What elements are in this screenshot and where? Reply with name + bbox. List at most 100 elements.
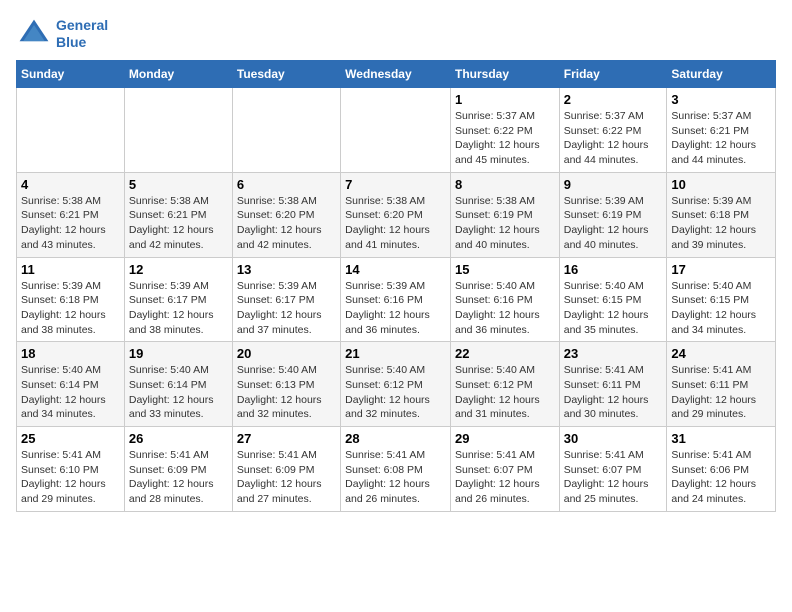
week-row-4: 18 Sunrise: 5:40 AMSunset: 6:14 PMDayligh… [17, 342, 776, 427]
day-info: Sunrise: 5:40 AMSunset: 6:14 PMDaylight:… [129, 363, 228, 422]
calendar-cell: 24Sunrise: 5:41 AMSunset: 6:11 PMDayligh… [667, 342, 776, 427]
logo-text: General Blue [56, 17, 108, 51]
day-info: Sunrise: 5:38 AMSunset: 6:21 PMDaylight:… [129, 194, 228, 253]
day-number: 16 [564, 262, 663, 277]
calendar-cell: 17Sunrise: 5:40 AMSunset: 6:15 PMDayligh… [667, 257, 776, 342]
day-info: Sunrise: 5:39 AMSunset: 6:18 PMDaylight:… [671, 194, 771, 253]
day-info: Sunrise: 5:37 AMSunset: 6:22 PMDaylight:… [564, 109, 663, 168]
day-number: 18 [21, 346, 120, 361]
calendar-cell: 1 Sunrise: 5:37 AMSunset: 6:22 PMDaylight… [450, 88, 559, 173]
day-number: 23 [564, 346, 663, 361]
day-number: 8 [455, 177, 555, 192]
calendar-cell: 25 Sunrise: 5:41 AMSunset: 6:10 PMDayligh… [17, 427, 125, 512]
day-header-sunday: Sunday [17, 61, 125, 88]
day-number: 1 [455, 92, 555, 107]
day-number: 21 [345, 346, 446, 361]
calendar-table: SundayMondayTuesdayWednesdayThursdayFrid… [16, 60, 776, 512]
day-info: Sunrise: 5:41 AMSunset: 6:10 PMDaylight:… [21, 448, 120, 507]
day-number: 27 [237, 431, 336, 446]
day-info: Sunrise: 5:41 AMSunset: 6:11 PMDaylight:… [671, 363, 771, 422]
calendar-cell: 28 Sunrise: 5:41 AMSunset: 6:08 PMDayligh… [341, 427, 451, 512]
week-row-1: 1 Sunrise: 5:37 AMSunset: 6:22 PMDaylight… [17, 88, 776, 173]
day-number: 2 [564, 92, 663, 107]
calendar-cell: 14 Sunrise: 5:39 AMSunset: 6:16 PMDayligh… [341, 257, 451, 342]
day-number: 22 [455, 346, 555, 361]
day-number: 15 [455, 262, 555, 277]
day-number: 13 [237, 262, 336, 277]
day-info: Sunrise: 5:38 AMSunset: 6:21 PMDaylight:… [21, 194, 120, 253]
day-header-monday: Monday [124, 61, 232, 88]
calendar-cell: 8Sunrise: 5:38 AMSunset: 6:19 PMDaylight… [450, 172, 559, 257]
day-number: 3 [671, 92, 771, 107]
day-number: 6 [237, 177, 336, 192]
day-number: 7 [345, 177, 446, 192]
day-number: 28 [345, 431, 446, 446]
day-info: Sunrise: 5:41 AMSunset: 6:09 PMDaylight:… [237, 448, 336, 507]
day-info: Sunrise: 5:37 AMSunset: 6:21 PMDaylight:… [671, 109, 771, 168]
day-header-saturday: Saturday [667, 61, 776, 88]
day-info: Sunrise: 5:40 AMSunset: 6:14 PMDaylight:… [21, 363, 120, 422]
day-info: Sunrise: 5:38 AMSunset: 6:20 PMDaylight:… [345, 194, 446, 253]
day-number: 12 [129, 262, 228, 277]
day-info: Sunrise: 5:39 AMSunset: 6:19 PMDaylight:… [564, 194, 663, 253]
calendar-cell: 21 Sunrise: 5:40 AMSunset: 6:12 PMDayligh… [341, 342, 451, 427]
calendar-cell: 9 Sunrise: 5:39 AMSunset: 6:19 PMDaylight… [559, 172, 667, 257]
calendar-cell: 2 Sunrise: 5:37 AMSunset: 6:22 PMDaylight… [559, 88, 667, 173]
calendar-cell: 12 Sunrise: 5:39 AMSunset: 6:17 PMDayligh… [124, 257, 232, 342]
calendar-cell: 13 Sunrise: 5:39 AMSunset: 6:17 PMDayligh… [232, 257, 340, 342]
day-info: Sunrise: 5:40 AMSunset: 6:12 PMDaylight:… [345, 363, 446, 422]
day-info: Sunrise: 5:40 AMSunset: 6:16 PMDaylight:… [455, 279, 555, 338]
week-row-3: 11 Sunrise: 5:39 AMSunset: 6:18 PMDayligh… [17, 257, 776, 342]
calendar-cell: 15 Sunrise: 5:40 AMSunset: 6:16 PMDayligh… [450, 257, 559, 342]
day-info: Sunrise: 5:39 AMSunset: 6:17 PMDaylight:… [237, 279, 336, 338]
calendar-cell: 7 Sunrise: 5:38 AMSunset: 6:20 PMDaylight… [341, 172, 451, 257]
day-number: 5 [129, 177, 228, 192]
calendar-cell: 29Sunrise: 5:41 AMSunset: 6:07 PMDayligh… [450, 427, 559, 512]
calendar-cell: 18 Sunrise: 5:40 AMSunset: 6:14 PMDayligh… [17, 342, 125, 427]
calendar-cell [124, 88, 232, 173]
day-info: Sunrise: 5:41 AMSunset: 6:07 PMDaylight:… [564, 448, 663, 507]
day-header-thursday: Thursday [450, 61, 559, 88]
day-number: 4 [21, 177, 120, 192]
day-info: Sunrise: 5:39 AMSunset: 6:16 PMDaylight:… [345, 279, 446, 338]
calendar-cell: 26Sunrise: 5:41 AMSunset: 6:09 PMDayligh… [124, 427, 232, 512]
calendar-cell: 16 Sunrise: 5:40 AMSunset: 6:15 PMDayligh… [559, 257, 667, 342]
calendar-cell [341, 88, 451, 173]
day-info: Sunrise: 5:40 AMSunset: 6:13 PMDaylight:… [237, 363, 336, 422]
day-header-wednesday: Wednesday [341, 61, 451, 88]
day-number: 14 [345, 262, 446, 277]
day-info: Sunrise: 5:38 AMSunset: 6:20 PMDaylight:… [237, 194, 336, 253]
week-row-5: 25 Sunrise: 5:41 AMSunset: 6:10 PMDayligh… [17, 427, 776, 512]
day-info: Sunrise: 5:37 AMSunset: 6:22 PMDaylight:… [455, 109, 555, 168]
day-info: Sunrise: 5:40 AMSunset: 6:15 PMDaylight:… [564, 279, 663, 338]
calendar-cell: 3 Sunrise: 5:37 AMSunset: 6:21 PMDaylight… [667, 88, 776, 173]
day-header-friday: Friday [559, 61, 667, 88]
calendar-cell: 4 Sunrise: 5:38 AMSunset: 6:21 PMDaylight… [17, 172, 125, 257]
day-number: 31 [671, 431, 771, 446]
calendar-cell: 22Sunrise: 5:40 AMSunset: 6:12 PMDayligh… [450, 342, 559, 427]
day-number: 30 [564, 431, 663, 446]
calendar-cell: 10 Sunrise: 5:39 AMSunset: 6:18 PMDayligh… [667, 172, 776, 257]
day-number: 25 [21, 431, 120, 446]
day-info: Sunrise: 5:39 AMSunset: 6:17 PMDaylight:… [129, 279, 228, 338]
day-number: 11 [21, 262, 120, 277]
day-number: 10 [671, 177, 771, 192]
calendar-cell: 6 Sunrise: 5:38 AMSunset: 6:20 PMDaylight… [232, 172, 340, 257]
day-info: Sunrise: 5:41 AMSunset: 6:08 PMDaylight:… [345, 448, 446, 507]
calendar-cell: 5 Sunrise: 5:38 AMSunset: 6:21 PMDaylight… [124, 172, 232, 257]
calendar-cell [17, 88, 125, 173]
day-number: 20 [237, 346, 336, 361]
day-info: Sunrise: 5:39 AMSunset: 6:18 PMDaylight:… [21, 279, 120, 338]
day-info: Sunrise: 5:41 AMSunset: 6:11 PMDaylight:… [564, 363, 663, 422]
week-row-2: 4 Sunrise: 5:38 AMSunset: 6:21 PMDaylight… [17, 172, 776, 257]
logo-icon [16, 16, 52, 52]
day-number: 19 [129, 346, 228, 361]
calendar-cell: 19 Sunrise: 5:40 AMSunset: 6:14 PMDayligh… [124, 342, 232, 427]
logo: General Blue [16, 16, 108, 52]
calendar-cell: 23 Sunrise: 5:41 AMSunset: 6:11 PMDayligh… [559, 342, 667, 427]
day-header-tuesday: Tuesday [232, 61, 340, 88]
day-info: Sunrise: 5:40 AMSunset: 6:15 PMDaylight:… [671, 279, 771, 338]
day-number: 9 [564, 177, 663, 192]
page-header: General Blue [16, 16, 776, 52]
calendar-cell: 31Sunrise: 5:41 AMSunset: 6:06 PMDayligh… [667, 427, 776, 512]
